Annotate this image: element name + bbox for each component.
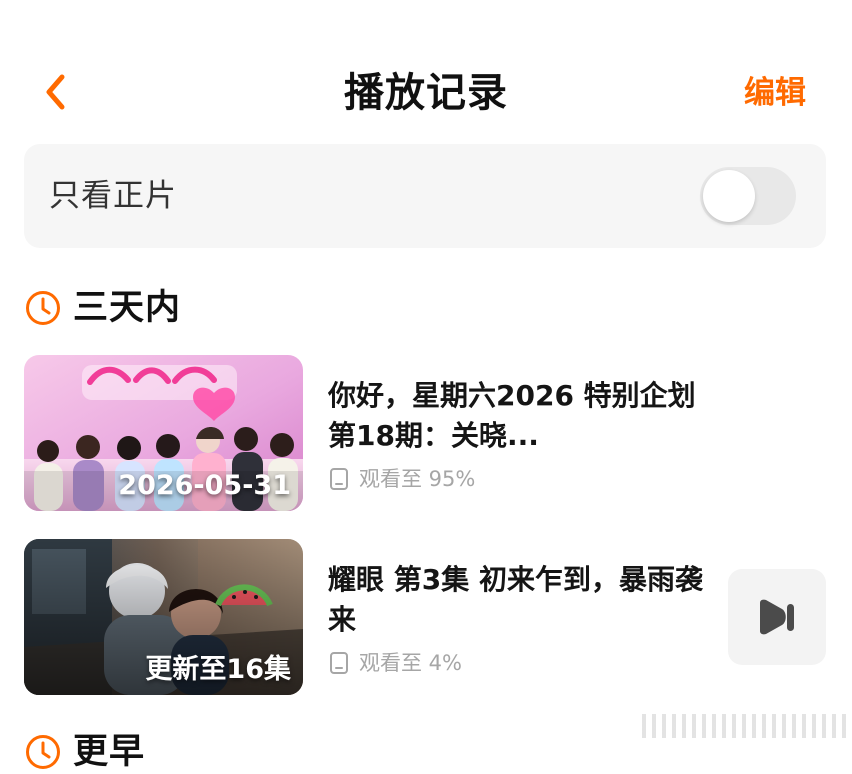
- video-title[interactable]: 耀眼 第3集 初来乍到，暴雨袭来: [328, 560, 703, 642]
- earlier-section-header: 更早: [24, 730, 145, 774]
- clock-icon: [24, 289, 62, 327]
- top-navigation-bar: 播放记录 编辑: [0, 58, 852, 128]
- main-feature-toggle[interactable]: [700, 167, 796, 225]
- watch-progress-label: 观看至 95%: [359, 467, 476, 491]
- edit-button[interactable]: 编辑: [744, 72, 806, 114]
- bottom-scroll-fade: [642, 714, 848, 738]
- section-title: 更早: [73, 732, 146, 772]
- phone-icon: [329, 651, 351, 675]
- history-list-item[interactable]: 更新至16集 耀眼 第3集 初来乍到，暴雨袭来 观看至 4%: [24, 539, 826, 695]
- section-title: 三天内: [73, 288, 182, 328]
- page-title: 播放记录: [344, 70, 508, 116]
- watch-progress-row: 观看至 4%: [329, 650, 462, 676]
- video-thumbnail[interactable]: 2026-05-31: [24, 355, 303, 511]
- toggle-knob: [703, 170, 755, 222]
- main-feature-filter-card: 只看正片: [24, 144, 826, 248]
- phone-icon: [329, 467, 351, 491]
- main-feature-filter-label: 只看正片: [49, 178, 177, 214]
- play-next-button[interactable]: [728, 569, 826, 665]
- thumbnail-date-label: 2026-05-31: [118, 470, 291, 501]
- video-thumbnail[interactable]: 更新至16集: [24, 539, 303, 695]
- watch-progress-row: 观看至 95%: [329, 466, 475, 492]
- recent-three-days-section-header: 三天内: [24, 286, 181, 330]
- clock-icon: [24, 733, 62, 771]
- watch-progress-label: 观看至 4%: [359, 651, 462, 675]
- thumbnail-update-label: 更新至16集: [145, 654, 291, 685]
- history-list-item[interactable]: 2026-05-31 你好，星期六2026 特别企划第18期：关晓... 观看至…: [24, 355, 826, 511]
- play-next-icon: [760, 599, 794, 635]
- video-title[interactable]: 你好，星期六2026 特别企划第18期：关晓...: [328, 376, 703, 458]
